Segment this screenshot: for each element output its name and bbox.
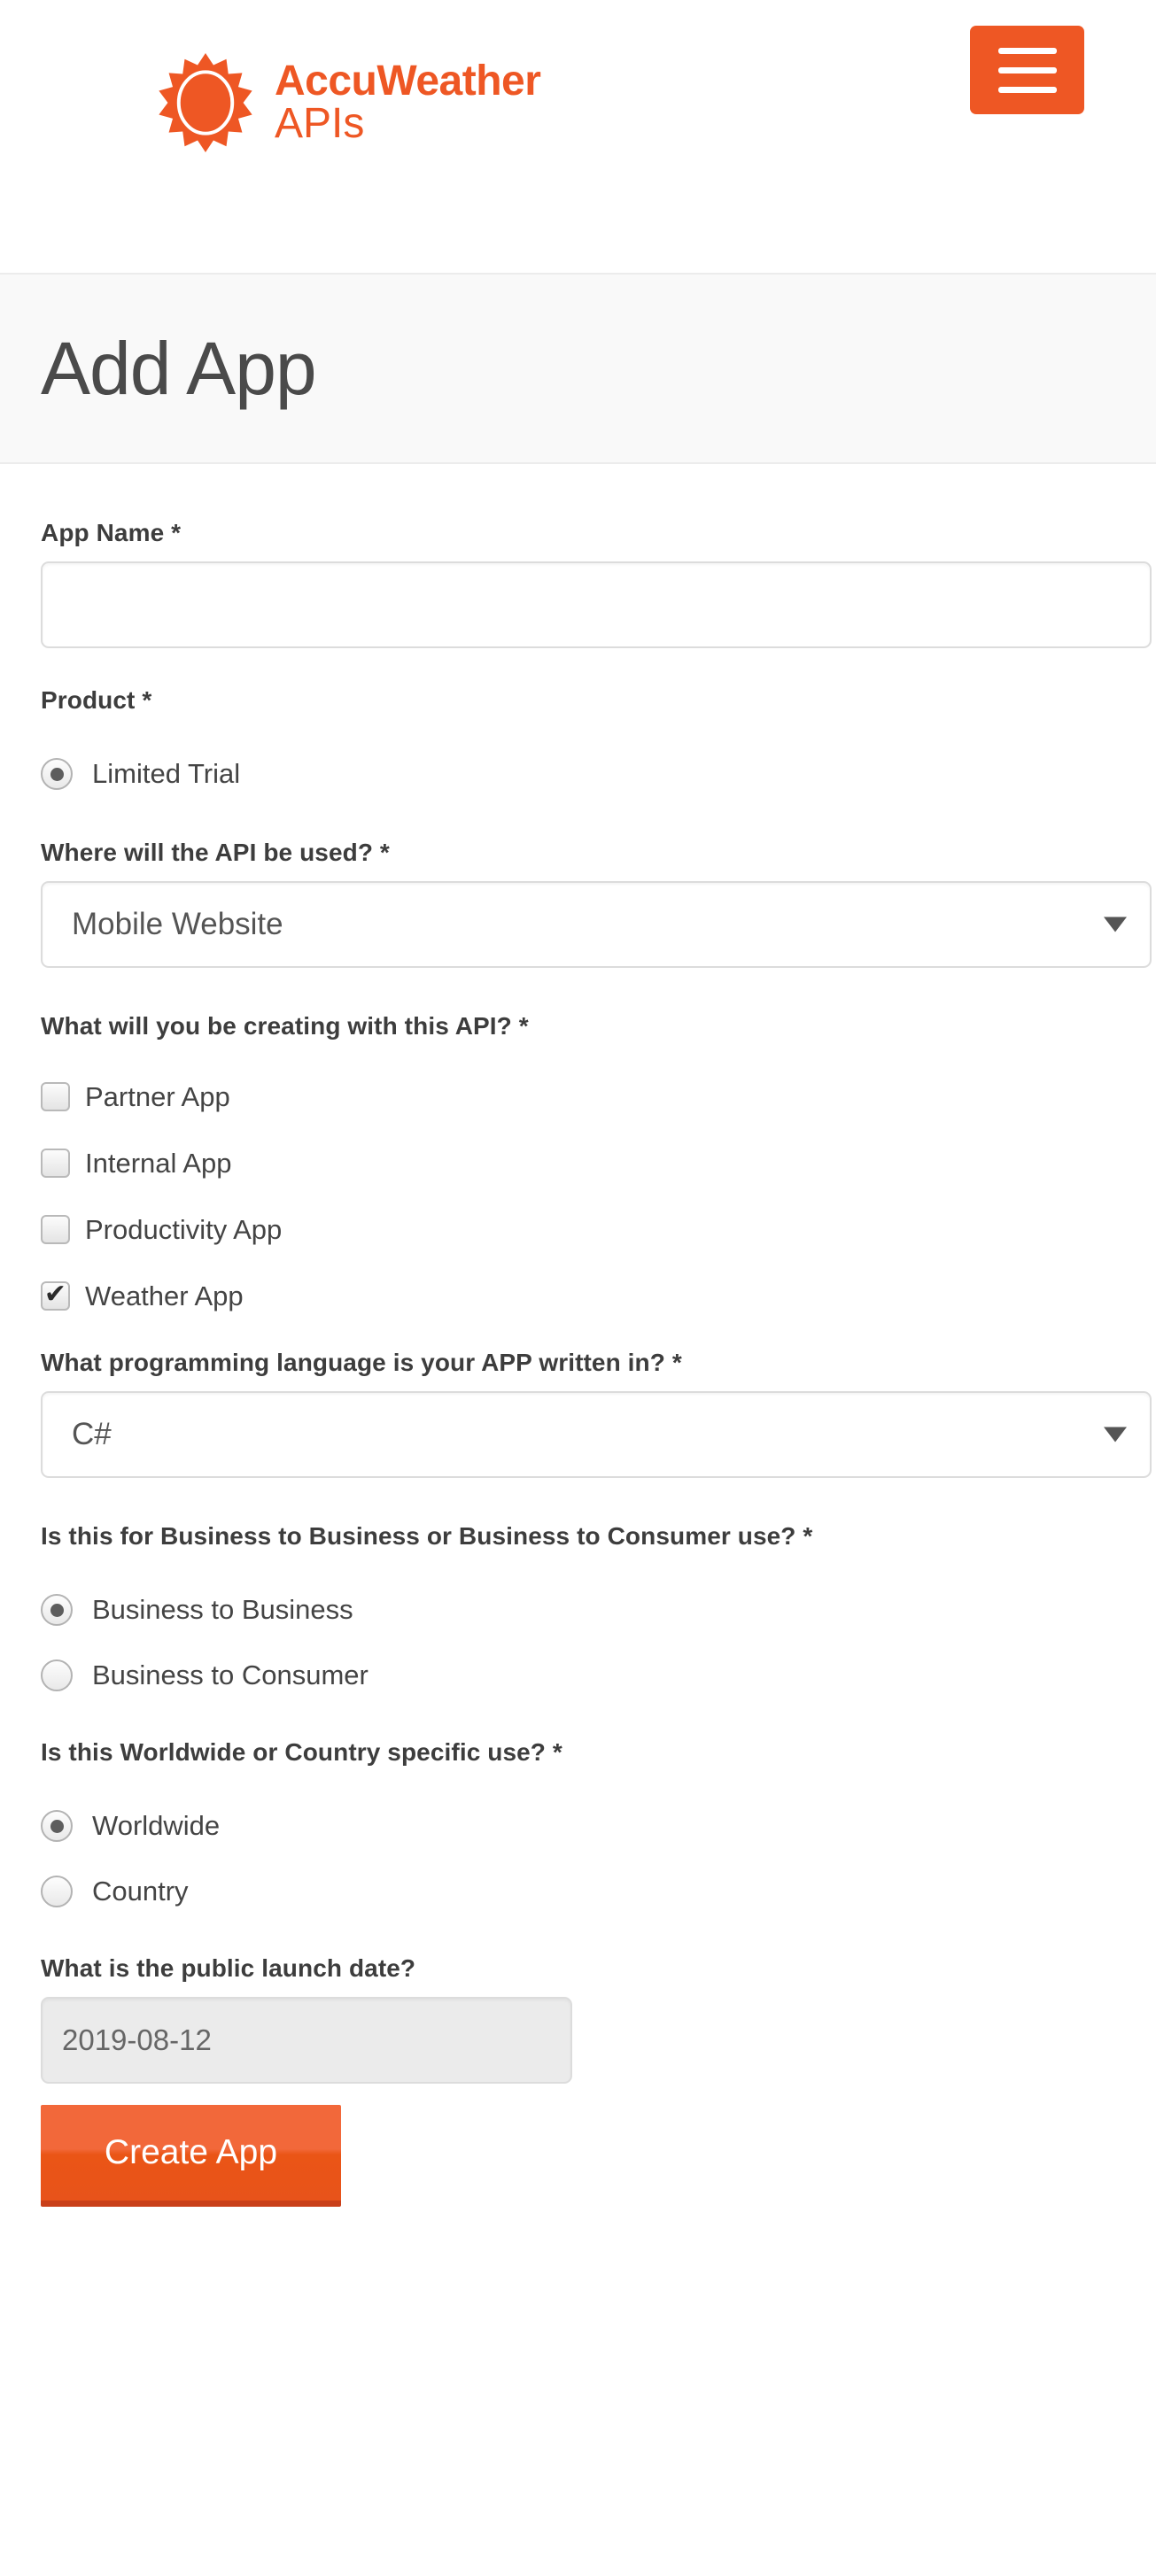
site-header: AccuWeather APIs — [0, 0, 1156, 273]
radio-icon-business-to-business[interactable] — [41, 1594, 73, 1626]
radio-label-country: Country — [92, 1876, 189, 1907]
radio-icon-business-to-consumer[interactable] — [41, 1659, 73, 1691]
app-name-label: App Name * — [41, 519, 182, 546]
field-product: Product * Limited Trial — [41, 686, 1115, 798]
radio-label-business-to-consumer: Business to Consumer — [92, 1659, 369, 1690]
product-option-limited-trial[interactable]: Limited Trial — [41, 750, 1115, 798]
radio-row-worldwide[interactable]: Worldwide — [41, 1802, 1115, 1850]
checkbox-row-weather-app[interactable]: ✔ Weather App — [41, 1275, 1115, 1317]
product-label: Product * — [41, 686, 152, 714]
hamburger-icon-bar-2 — [997, 66, 1057, 73]
page-title: Add App — [41, 327, 317, 410]
launch-date-label: What is the public launch date? — [41, 1954, 416, 1982]
api-location-select-value[interactable]: Mobile Website — [41, 881, 1152, 968]
checkbox-label-weather-app: Weather App — [85, 1280, 244, 1311]
creating-with-label: What will you be creating with this API?… — [41, 1012, 529, 1040]
scope-label: Is this Worldwide or Country specific us… — [41, 1738, 562, 1766]
logo-wordmark-primary: AccuWeather — [275, 57, 541, 104]
checkbox-label-partner-app: Partner App — [85, 1080, 230, 1112]
checkbox-icon-partner-app[interactable]: ✔ — [41, 1082, 70, 1111]
logo-wordmark-secondary: APIs — [275, 100, 365, 147]
checkbox-icon-productivity-app[interactable]: ✔ — [41, 1215, 70, 1244]
hamburger-icon-bar-3 — [997, 86, 1057, 93]
language-select[interactable]: C# — [41, 1391, 1152, 1478]
checkbox-label-productivity-app: Productivity App — [85, 1213, 283, 1245]
checkbox-label-internal-app: Internal App — [85, 1147, 232, 1179]
field-launch-date: What is the public launch date? — [41, 1954, 1115, 2084]
field-language: What programming language is your APP wr… — [41, 1349, 1152, 1478]
radio-icon-worldwide[interactable] — [41, 1810, 73, 1842]
radio-row-country[interactable]: Country — [41, 1868, 1115, 1915]
checkbox-row-partner-app[interactable]: ✔ Partner App — [41, 1076, 1115, 1118]
field-creating-with: What will you be creating with this API?… — [41, 1012, 1115, 1317]
create-app-button[interactable]: Create App — [41, 2105, 341, 2207]
sun-icon — [156, 53, 255, 152]
checkbox-row-internal-app[interactable]: ✔ Internal App — [41, 1142, 1115, 1184]
language-select-value[interactable]: C# — [41, 1391, 1152, 1478]
add-app-form: App Name * Product * Limited Trial Where… — [0, 464, 1156, 2207]
page-title-band: Add App — [0, 273, 1156, 464]
product-option-label: Limited Trial — [92, 758, 241, 789]
radio-row-business-to-consumer[interactable]: Business to Consumer — [41, 1652, 1115, 1699]
radio-icon-country[interactable] — [41, 1876, 73, 1907]
radio-icon-limited-trial[interactable] — [41, 758, 73, 790]
checkbox-icon-weather-app[interactable]: ✔ — [41, 1281, 70, 1311]
api-location-label: Where will the API be used? * — [41, 839, 390, 866]
accuweather-apis-logo[interactable]: AccuWeather APIs — [156, 53, 541, 152]
hamburger-menu-button[interactable] — [970, 26, 1084, 114]
launch-date-input[interactable] — [41, 1997, 572, 2084]
checkbox-row-productivity-app[interactable]: ✔ Productivity App — [41, 1209, 1115, 1250]
field-app-name: App Name * — [41, 519, 1152, 648]
field-api-location: Where will the API be used? * Mobile Web… — [41, 839, 1152, 968]
b2b-b2c-label: Is this for Business to Business or Busi… — [41, 1522, 813, 1550]
checkbox-icon-internal-app[interactable]: ✔ — [41, 1149, 70, 1178]
field-scope: Is this Worldwide or Country specific us… — [41, 1738, 1115, 1915]
language-label: What programming language is your APP wr… — [41, 1349, 682, 1376]
field-b2b-b2c: Is this for Business to Business or Busi… — [41, 1522, 1115, 1699]
hamburger-icon-bar-1 — [997, 47, 1057, 54]
api-location-select[interactable]: Mobile Website — [41, 881, 1152, 968]
app-name-input[interactable] — [41, 561, 1152, 648]
radio-row-business-to-business[interactable]: Business to Business — [41, 1586, 1115, 1634]
radio-label-worldwide: Worldwide — [92, 1810, 221, 1841]
radio-label-business-to-business: Business to Business — [92, 1594, 353, 1625]
